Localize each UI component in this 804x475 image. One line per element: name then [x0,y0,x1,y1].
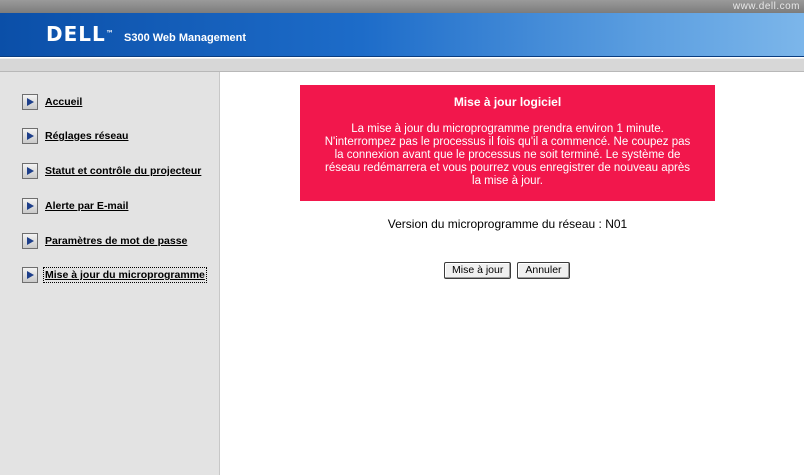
warning-message: La mise à jour du microprogramme prendra… [324,123,691,187]
sidebar-item-label[interactable]: Accueil [45,96,82,108]
arrow-right-icon[interactable] [22,198,38,214]
sidebar: Accueil Réglages réseau Statut et contrô… [0,72,220,475]
firmware-version-text: Version du microprogramme du réseau : N0… [387,217,628,231]
warning-title: Mise à jour logiciel [453,95,562,109]
arrow-right-icon[interactable] [22,94,38,110]
sidebar-item-label[interactable]: Réglages réseau [45,130,128,142]
arrow-right-icon[interactable] [22,233,38,249]
sidebar-item-password-settings[interactable]: Paramètres de mot de passe [22,232,187,250]
sidebar-item-label[interactable]: Paramètres de mot de passe [45,235,187,247]
sidebar-item-projector-status[interactable]: Statut et contrôle du projecteur [22,162,201,180]
logo-text: DELL [46,22,106,46]
top-strip: www.dell.com [0,0,804,13]
dell-logo: DELL™ [46,22,115,46]
sidebar-item-network-settings[interactable]: Réglages réseau [22,127,128,145]
arrow-right-icon[interactable] [22,128,38,144]
sidebar-item-email-alert[interactable]: Alerte par E-mail [22,197,128,215]
sidebar-item-firmware-update[interactable]: Mise à jour du microprogramme [22,266,207,284]
product-title: S300 Web Management [124,32,247,44]
sidebar-item-label[interactable]: Statut et contrôle du projecteur [45,165,201,177]
cancel-button[interactable]: Annuler [517,262,570,279]
arrow-right-icon[interactable] [22,267,38,283]
dell-url-link[interactable]: www.dell.com [733,0,800,13]
update-button[interactable]: Mise à jour [444,262,512,279]
header-subbar [0,58,804,72]
arrow-right-icon[interactable] [22,163,38,179]
firmware-warning-box: Mise à jour logiciel La mise à jour du m… [300,85,715,201]
sidebar-item-label[interactable]: Alerte par E-mail [45,200,128,212]
sidebar-item-accueil[interactable]: Accueil [22,93,82,111]
action-buttons: Mise à jour Annuler [444,262,570,279]
sidebar-item-label[interactable]: Mise à jour du microprogramme [43,267,207,283]
header-banner: DELL™ S300 Web Management [0,13,804,57]
